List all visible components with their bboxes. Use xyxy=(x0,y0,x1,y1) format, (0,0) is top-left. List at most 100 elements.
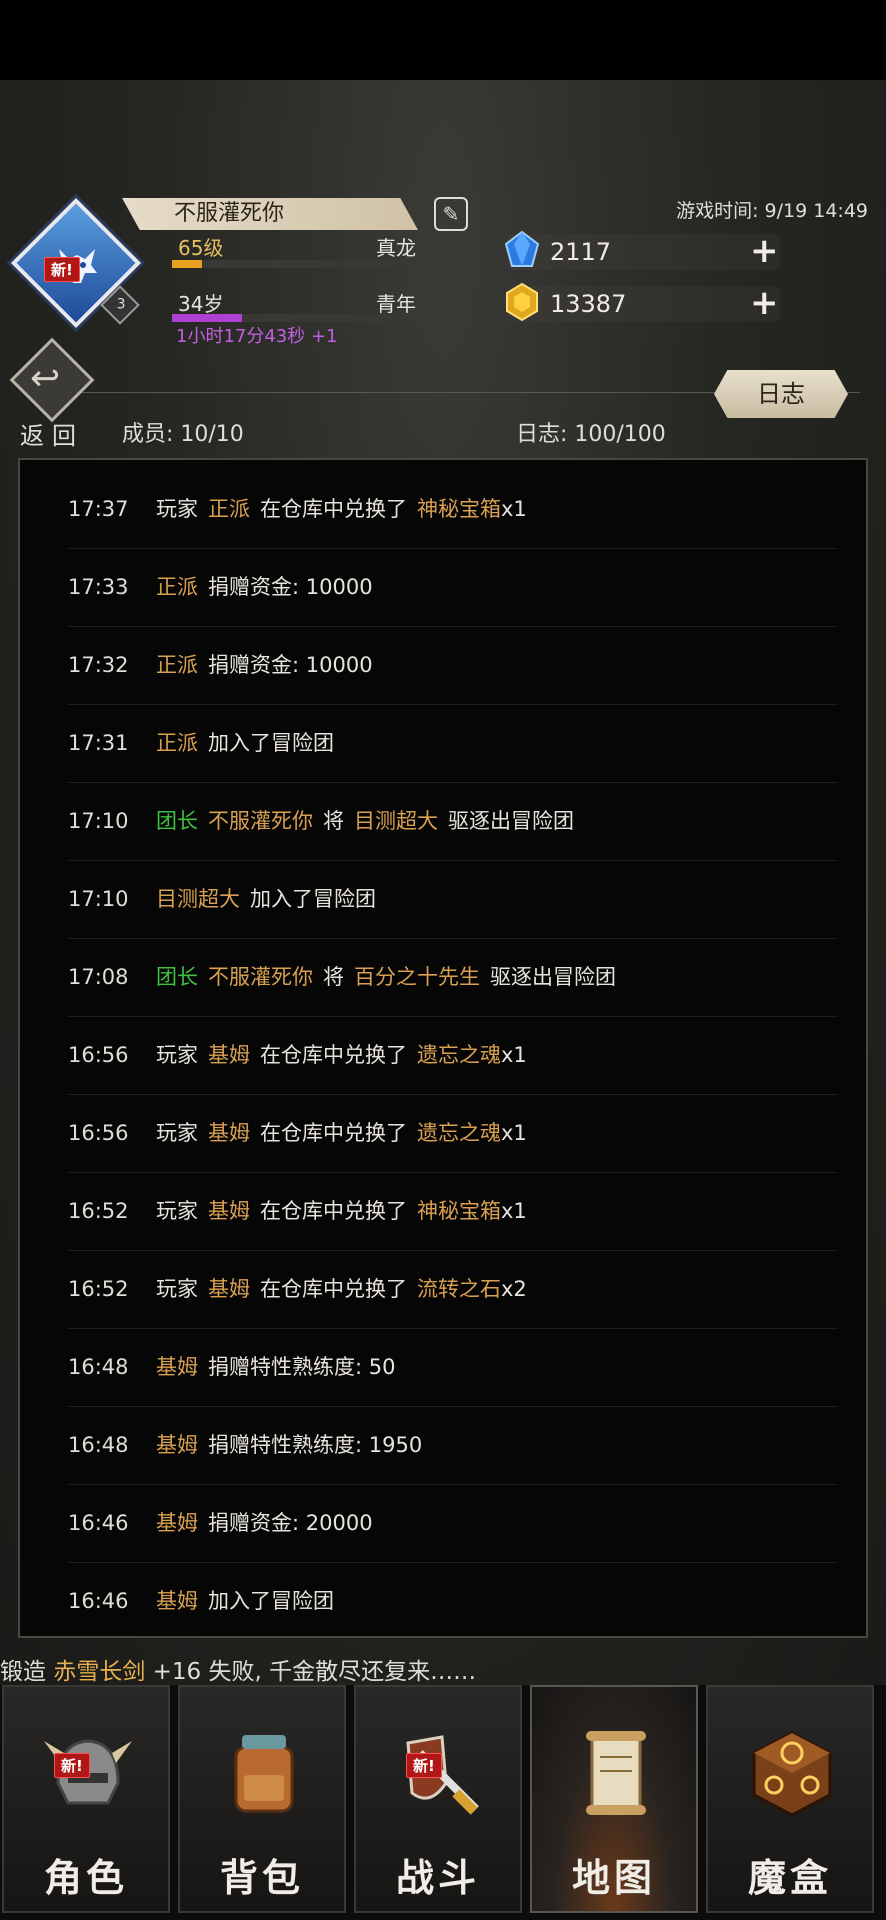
add-diamond-button[interactable]: + xyxy=(750,234,779,268)
log-time: 17:33 xyxy=(68,575,129,599)
log-entry: 17:08 团长 不服灌死你将百分之十先生 驱逐出冒险团 xyxy=(68,938,838,1017)
log-entry: 16:46 基姆 捐赠资金: 20000 xyxy=(68,1484,838,1563)
log-text: x2 xyxy=(501,1277,527,1301)
add-gold-button[interactable]: + xyxy=(750,286,779,320)
log-text: 基姆 xyxy=(156,1433,198,1457)
log-text: 团长 xyxy=(156,965,198,989)
player-name: 不服灌死你 xyxy=(122,198,418,230)
log-list[interactable]: 17:37 玩家 正派 在仓库中兑换了 神秘宝箱x1 17:33 正派 捐赠资金: 10000… xyxy=(18,458,868,1638)
bottom-nav: 新! 角色 背包 新! 战斗 地图 魔盒 xyxy=(0,1685,886,1920)
log-text: 遗忘之魂 xyxy=(417,1121,501,1145)
new-badge: 新! xyxy=(54,1753,90,1778)
log-text: 加入了冒险团 xyxy=(208,731,334,755)
log-text: 神秘宝箱 xyxy=(417,1199,501,1223)
ticker-prefix: 锻造 xyxy=(0,1659,46,1685)
nav-tab-0[interactable]: 新! 角色 xyxy=(2,1685,170,1913)
log-text: 正派 xyxy=(156,575,198,599)
log-button[interactable]: 日志 xyxy=(714,370,848,418)
nav-tab-1[interactable]: 背包 xyxy=(178,1685,346,1913)
nav-label: 角色 xyxy=(43,1856,128,1900)
log-time: 16:52 xyxy=(68,1277,129,1301)
age-label: 34岁 xyxy=(178,292,224,316)
nav-tab-2[interactable]: 新! 战斗 xyxy=(354,1685,522,1913)
log-text: 捐赠资金: 10000 xyxy=(208,575,373,599)
age-progress-bar xyxy=(172,314,422,322)
log-text: 正派 xyxy=(156,653,198,677)
avatar[interactable]: 新! 3 xyxy=(10,197,142,329)
log-text: 基姆 xyxy=(208,1121,250,1145)
log-text: 驱逐出冒险团 xyxy=(448,809,574,833)
level-label: 65级 xyxy=(178,236,224,260)
diamond-amount: 2117 xyxy=(550,238,612,266)
log-count: 日志: 100/100 xyxy=(516,422,666,447)
gold-icon xyxy=(506,282,538,322)
gold-amount: 13387 xyxy=(550,290,627,318)
edit-name-button[interactable]: ✎ xyxy=(434,197,468,231)
log-entry: 16:48 基姆 捐赠特性熟练度: 50 xyxy=(68,1328,838,1407)
pencil-icon: ✎ xyxy=(442,202,460,226)
nav-label: 魔盒 xyxy=(747,1856,832,1900)
nav-label: 背包 xyxy=(219,1856,304,1900)
log-text: 正派 xyxy=(208,497,250,521)
level-progress-fill xyxy=(172,260,202,268)
log-entry: 16:46 基姆 加入了冒险团 xyxy=(68,1562,838,1636)
log-text: 基姆 xyxy=(208,1277,250,1301)
log-text: 基姆 xyxy=(156,1511,198,1535)
log-time: 16:52 xyxy=(68,1199,129,1223)
age-stage-label: 青年 xyxy=(376,292,416,316)
log-text: 在仓库中兑换了 xyxy=(260,497,407,521)
gold-counter: 13387 + xyxy=(506,282,780,322)
log-text: 基姆 xyxy=(156,1355,198,1379)
status-bar xyxy=(0,0,886,80)
age-timer: 1小时17分43秒 +1 xyxy=(176,326,338,347)
log-text: 将 xyxy=(323,965,344,989)
nav-label: 地图 xyxy=(571,1856,656,1900)
log-text: 玩家 xyxy=(156,1121,198,1145)
log-entry: 16:48 基姆 捐赠特性熟练度: 1950 xyxy=(68,1406,838,1485)
log-text: 遗忘之魂 xyxy=(417,1043,501,1067)
log-text: 正派 xyxy=(156,731,198,755)
diamond-icon xyxy=(504,230,540,267)
log-time: 16:56 xyxy=(68,1121,129,1145)
log-text: 玩家 xyxy=(156,1043,198,1067)
log-time: 17:32 xyxy=(68,653,129,677)
log-text: 流转之石 xyxy=(417,1277,501,1301)
log-text: 玩家 xyxy=(156,497,198,521)
log-text: 驱逐出冒险团 xyxy=(490,965,616,989)
log-text: 捐赠资金: 20000 xyxy=(208,1511,373,1535)
log-text: 基姆 xyxy=(208,1043,250,1067)
log-text: 在仓库中兑换了 xyxy=(260,1043,407,1067)
log-time: 17:10 xyxy=(68,809,129,833)
log-text: 将 xyxy=(323,809,344,833)
log-time: 17:37 xyxy=(68,497,129,521)
log-text: 基姆 xyxy=(156,1589,198,1613)
log-entry: 16:52 玩家 基姆 在仓库中兑换了 神秘宝箱x1 xyxy=(68,1172,838,1251)
log-text: 加入了冒险团 xyxy=(250,887,376,911)
new-badge: 新! xyxy=(44,257,80,282)
ticker-item: 赤雪长剑 xyxy=(53,1659,146,1685)
log-entry: 17:32 正派 捐赠资金: 10000 xyxy=(68,626,838,705)
return-arrow-icon: ↩ xyxy=(30,358,61,399)
log-entry: 16:56 玩家 基姆 在仓库中兑换了 遗忘之魂x1 xyxy=(68,1094,838,1173)
log-text: x1 xyxy=(501,1121,527,1145)
log-text: 团长 xyxy=(156,809,198,833)
log-entry: 16:52 玩家 基姆 在仓库中兑换了 流转之石x2 xyxy=(68,1250,838,1329)
log-time: 17:31 xyxy=(68,731,129,755)
log-entry: 16:56 玩家 基姆 在仓库中兑换了 遗忘之魂x1 xyxy=(68,1016,838,1095)
magic-box-icon xyxy=(752,1731,832,1817)
nav-tab-4[interactable]: 魔盒 xyxy=(706,1685,874,1913)
log-text: 神秘宝箱 xyxy=(417,497,501,521)
member-count: 成员: 10/10 xyxy=(122,422,244,447)
back-label: 返回 xyxy=(20,422,84,450)
log-text: x1 xyxy=(501,1043,527,1067)
log-entry: 17:10 团长 不服灌死你将目测超大 驱逐出冒险团 xyxy=(68,782,838,861)
title-label: 真龙 xyxy=(376,236,416,260)
broadcast-ticker: 锻造 赤雪长剑 +16 失败, 千金散尽还复来…… xyxy=(0,1652,476,1686)
log-time: 16:48 xyxy=(68,1355,129,1379)
log-text: 捐赠特性熟练度: 50 xyxy=(208,1355,396,1379)
back-button[interactable]: ↩ 返回 xyxy=(9,337,96,450)
game-time: 游戏时间: 9/19 14:49 xyxy=(676,200,868,222)
level-progress-bar xyxy=(172,260,422,268)
log-text: 不服灌死你 xyxy=(208,809,313,833)
nav-tab-3[interactable]: 地图 xyxy=(530,1685,698,1913)
